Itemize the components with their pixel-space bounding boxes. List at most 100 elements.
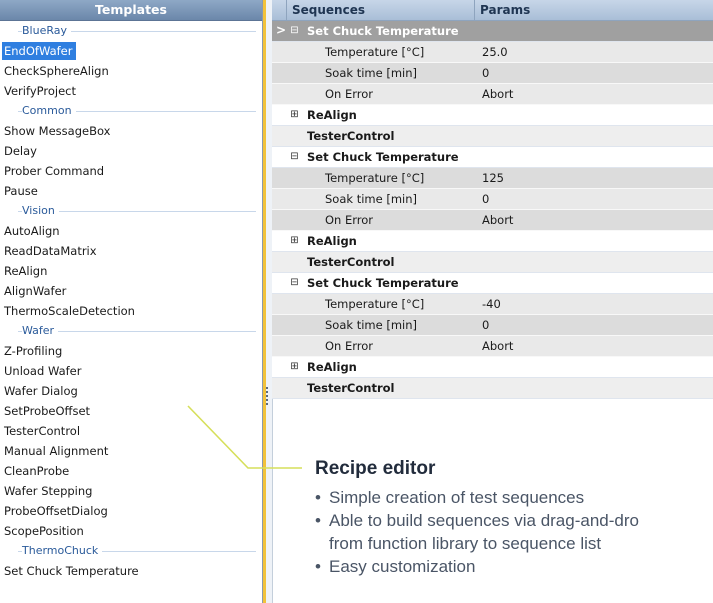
sequence-row[interactable]: ⊟ Set Chuck Temperature xyxy=(272,147,713,168)
template-item[interactable]: Z-Profiling xyxy=(0,341,262,361)
sequence-step-label: TesterControl xyxy=(307,255,395,269)
template-item-label: ScopePosition xyxy=(4,524,84,538)
param-row[interactable]: Soak time [min] 0 xyxy=(272,315,713,336)
param-row[interactable]: Soak time [min] 0 xyxy=(272,63,713,84)
template-item[interactable]: CleanProbe xyxy=(0,461,262,481)
callout-bullet: Able to build sequences via drag-and-dro… xyxy=(315,509,713,555)
template-item[interactable]: TesterControl xyxy=(0,421,262,441)
sequence-row[interactable]: > ⊟ Set Chuck Temperature xyxy=(272,21,713,42)
template-item-label: ProbeOffsetDialog xyxy=(4,504,108,518)
template-item-label: Set Chuck Temperature xyxy=(4,564,139,578)
param-value[interactable]: 25.0 xyxy=(482,45,508,59)
sequence-row[interactable]: TesterControl xyxy=(272,252,713,273)
callout-title: Recipe editor xyxy=(315,458,436,479)
param-value[interactable]: 0 xyxy=(482,66,489,80)
expand-icon[interactable]: ⊞ xyxy=(290,110,299,120)
collapse-icon[interactable]: ⊟ xyxy=(290,152,299,162)
sequence-step-label: ReAlign xyxy=(307,234,357,248)
template-item-label: VerifyProject xyxy=(4,84,76,98)
template-group-vision: Vision xyxy=(0,201,262,221)
collapse-icon[interactable]: ⊟ xyxy=(290,26,299,36)
param-row[interactable]: Soak time [min] 0 xyxy=(272,189,713,210)
sequence-row[interactable]: ⊞ ReAlign xyxy=(272,357,713,378)
param-label: Temperature [°C] xyxy=(325,45,425,59)
template-item-label: TesterControl xyxy=(4,424,81,438)
template-item[interactable]: Manual Alignment xyxy=(0,441,262,461)
template-item-label: AlignWafer xyxy=(4,284,67,298)
template-item-label: CleanProbe xyxy=(4,464,70,478)
sequence-grid: Sequences Params > ⊟ Set Chuck Temperature… xyxy=(272,0,713,399)
sequence-row[interactable]: ⊞ ReAlign xyxy=(272,105,713,126)
template-item-label: Delay xyxy=(4,144,37,158)
template-item-label: AutoAlign xyxy=(4,224,60,238)
grid-header-corner xyxy=(272,0,287,20)
param-value[interactable]: 0 xyxy=(482,192,489,206)
template-group-wafer: Wafer xyxy=(0,321,262,341)
param-row[interactable]: Temperature [°C] -40 xyxy=(272,294,713,315)
template-item-label: ReadDataMatrix xyxy=(4,244,97,258)
template-item[interactable]: Pause xyxy=(0,181,262,201)
template-item[interactable]: Show MessageBox xyxy=(0,121,262,141)
sequence-row[interactable]: TesterControl xyxy=(272,378,713,399)
expand-icon[interactable]: ⊞ xyxy=(290,236,299,246)
template-item-label: CheckSphereAlign xyxy=(4,64,109,78)
column-header-sequences[interactable]: Sequences xyxy=(292,3,365,17)
callout-bullet-text: Able to build sequences via drag-and-dro xyxy=(329,511,639,530)
template-item-label: ReAlign xyxy=(4,264,48,278)
sequence-step-label: Set Chuck Temperature xyxy=(307,24,459,38)
param-value[interactable]: Abort xyxy=(482,339,513,353)
param-row[interactable]: On Error Abort xyxy=(272,210,713,231)
param-value[interactable]: 0 xyxy=(482,318,489,332)
template-item-label: Pause xyxy=(4,184,38,198)
sequence-step-label: Set Chuck Temperature xyxy=(307,276,459,290)
template-item[interactable]: AutoAlign xyxy=(0,221,262,241)
grid-rows: > ⊟ Set Chuck Temperature Temperature [°C] 2… xyxy=(272,21,713,399)
collapse-icon[interactable]: ⊟ xyxy=(290,278,299,288)
param-row[interactable]: On Error Abort xyxy=(272,336,713,357)
sequence-step-label: TesterControl xyxy=(307,129,395,143)
template-item[interactable]: Wafer Stepping xyxy=(0,481,262,501)
template-item[interactable]: ThermoScaleDetection xyxy=(0,301,262,321)
param-row[interactable]: Temperature [°C] 25.0 xyxy=(272,42,713,63)
callout-bullet-text: Easy customization xyxy=(329,557,476,576)
param-value[interactable]: 125 xyxy=(482,171,504,185)
templates-list: BlueRay EndOfWafer CheckSphereAlign VerifyP… xyxy=(0,21,262,581)
callout-bullet: Easy customization xyxy=(315,555,713,578)
param-value[interactable]: Abort xyxy=(482,213,513,227)
recipe-editor-callout: Recipe editor Simple creation of test se… xyxy=(315,458,713,578)
template-item[interactable]: Prober Command xyxy=(0,161,262,181)
column-divider[interactable] xyxy=(474,0,475,20)
param-row[interactable]: Temperature [°C] 125 xyxy=(272,168,713,189)
template-item[interactable]: ProbeOffsetDialog xyxy=(0,501,262,521)
grid-header: Sequences Params xyxy=(272,0,713,21)
sequence-row[interactable]: TesterControl xyxy=(272,126,713,147)
template-item[interactable]: ScopePosition xyxy=(0,521,262,541)
callout-bullet-text: Simple creation of test sequences xyxy=(329,488,585,507)
splitter-accent xyxy=(263,0,266,603)
template-item[interactable]: CheckSphereAlign xyxy=(0,61,262,81)
template-item[interactable]: VerifyProject xyxy=(0,81,262,101)
column-header-params[interactable]: Params xyxy=(480,3,530,17)
callout-bullet: Simple creation of test sequences xyxy=(315,486,713,509)
template-item[interactable]: AlignWafer xyxy=(0,281,262,301)
template-group-label: BlueRay xyxy=(22,24,71,37)
param-value[interactable]: Abort xyxy=(482,87,513,101)
template-item-label: ThermoScaleDetection xyxy=(4,304,135,318)
sequence-row[interactable]: ⊟ Set Chuck Temperature xyxy=(272,273,713,294)
template-item-label: EndOfWafer xyxy=(2,42,76,60)
template-group-label: Vision xyxy=(22,204,59,217)
template-item[interactable]: SetProbeOffset xyxy=(0,401,262,421)
template-item[interactable]: ReadDataMatrix xyxy=(0,241,262,261)
template-item[interactable]: Delay xyxy=(0,141,262,161)
template-item[interactable]: Unload Wafer xyxy=(0,361,262,381)
sequence-row[interactable]: ⊞ ReAlign xyxy=(272,231,713,252)
template-item-label: SetProbeOffset xyxy=(4,404,91,418)
template-item[interactable]: EndOfWafer xyxy=(0,41,262,61)
splitter-grip-icon[interactable] xyxy=(266,387,268,409)
param-row[interactable]: On Error Abort xyxy=(272,84,713,105)
template-item[interactable]: Wafer Dialog xyxy=(0,381,262,401)
param-value[interactable]: -40 xyxy=(482,297,501,311)
template-item[interactable]: ReAlign xyxy=(0,261,262,281)
template-item[interactable]: Set Chuck Temperature xyxy=(0,561,262,581)
expand-icon[interactable]: ⊞ xyxy=(290,362,299,372)
